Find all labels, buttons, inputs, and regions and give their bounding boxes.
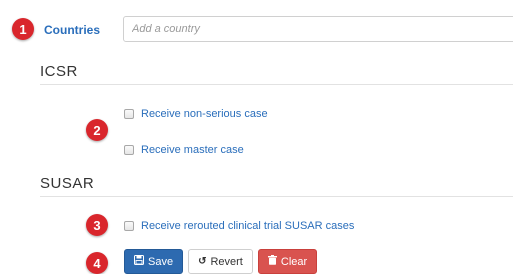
step-badge-4: 4 <box>86 252 108 274</box>
undo-icon: ↺ <box>198 255 207 267</box>
step-badge-1: 1 <box>12 18 34 40</box>
step-badge-2: 2 <box>86 119 108 141</box>
countries-label: Countries <box>44 23 101 37</box>
non-serious-case-label[interactable]: Receive non-serious case <box>141 108 268 120</box>
non-serious-case-checkbox-row[interactable]: Receive non-serious case <box>124 108 268 120</box>
save-button-label: Save <box>148 255 174 268</box>
clear-button[interactable]: Clear <box>257 249 318 274</box>
floppy-disk-icon <box>134 255 144 268</box>
susar-section-title: SUSAR <box>40 175 95 192</box>
action-buttons: Save ↺ Revert Clear <box>124 249 318 274</box>
revert-button-label: Revert <box>210 255 243 268</box>
master-case-checkbox[interactable] <box>124 145 134 155</box>
rerouted-susar-label[interactable]: Receive rerouted clinical trial SUSAR ca… <box>141 220 354 232</box>
master-case-checkbox-row[interactable]: Receive master case <box>124 144 244 156</box>
save-button[interactable]: Save <box>124 249 184 274</box>
rerouted-susar-checkbox[interactable] <box>124 221 134 231</box>
icsr-divider <box>40 84 513 85</box>
master-case-label[interactable]: Receive master case <box>141 144 244 156</box>
revert-button[interactable]: ↺ Revert <box>188 249 253 274</box>
country-input[interactable] <box>123 16 513 42</box>
susar-divider <box>40 196 513 197</box>
icsr-section-title: ICSR <box>40 63 78 80</box>
step-badge-3: 3 <box>86 214 108 236</box>
rerouted-susar-checkbox-row[interactable]: Receive rerouted clinical trial SUSAR ca… <box>124 220 354 232</box>
clear-button-label: Clear <box>280 255 308 268</box>
trash-icon <box>267 255 277 268</box>
non-serious-case-checkbox[interactable] <box>124 109 134 119</box>
